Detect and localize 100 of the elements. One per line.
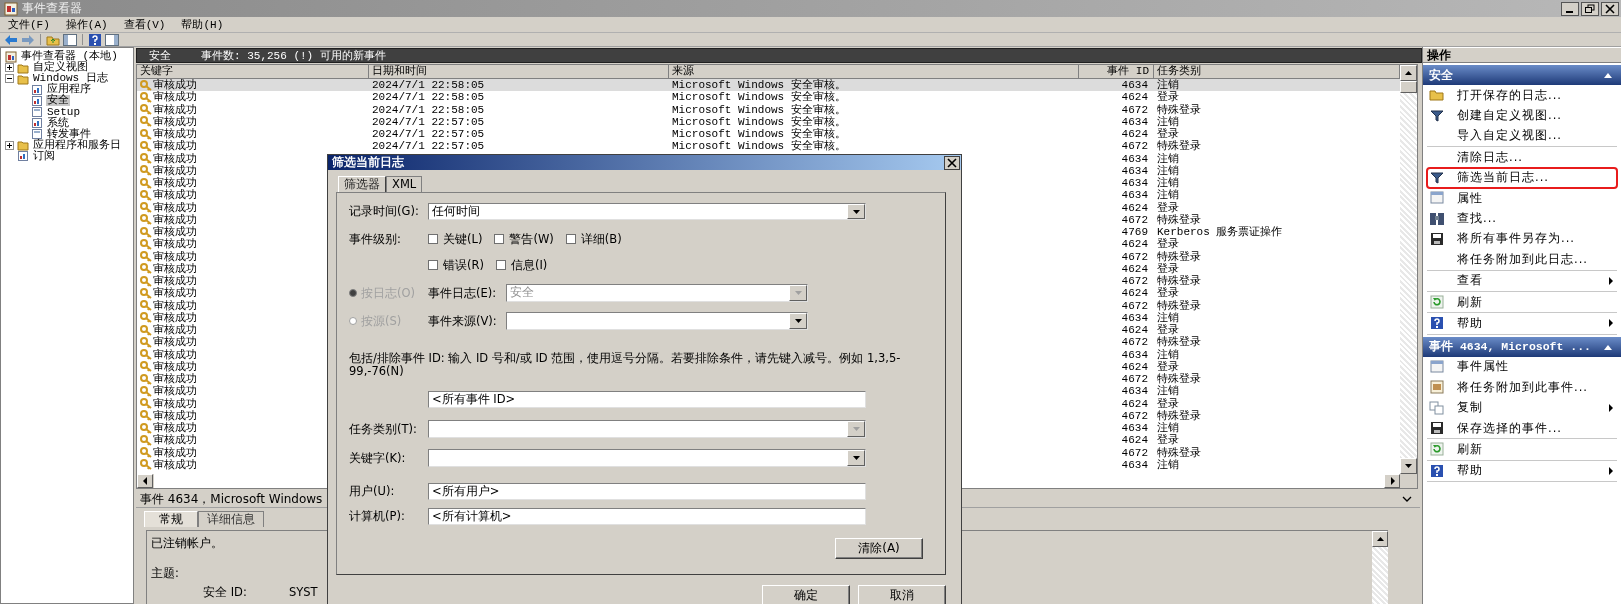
table-cell: 审核成功	[153, 458, 197, 471]
table-cell: 4672	[1121, 336, 1148, 349]
table-cell: 注销	[1157, 458, 1179, 471]
table-cell: 审核成功	[153, 397, 197, 410]
table-cell: 4634	[1121, 422, 1148, 434]
table-cell: 4634	[1121, 458, 1148, 471]
table-cell: 审核成功	[153, 91, 197, 104]
table-cell: 特殊登录	[1157, 299, 1201, 312]
table-cell: 4769	[1121, 226, 1148, 238]
table-cell: 注销	[1157, 115, 1179, 128]
table-cell: 审核成功	[153, 238, 197, 251]
field-label: 记录时间(G):	[349, 204, 420, 219]
table-cell: 4634	[1121, 164, 1148, 177]
table-cell: 2024/7/1 22:57:05	[372, 140, 485, 153]
table-cell: 4672	[1121, 213, 1148, 226]
instruction-text: 包括/排除事件 ID: 输入 ID 号和/或 ID 范围，使用逗号分隔。若要排除条件，请先键入减号。例如 1,3,5-99,-76(N)	[349, 352, 902, 378]
table-cell: 审核成功	[153, 324, 197, 337]
table-cell: 4624	[1121, 262, 1148, 275]
table-cell: 审核成功	[153, 385, 197, 398]
table-cell: 4624	[1121, 397, 1148, 410]
table-cell: 特殊登录	[1157, 336, 1201, 349]
event-title: 事件 4634，Microsoft Windows	[140, 490, 323, 508]
table-cell: 审核成功	[153, 311, 197, 324]
table-cell: 审核成功	[153, 360, 197, 373]
table-cell: 4634	[1121, 189, 1148, 202]
table-cell: 注销	[1157, 311, 1179, 324]
table-cell: 审核成功	[153, 152, 197, 165]
table-cell: 审核成功	[153, 79, 197, 92]
table-cell: 审核成功	[153, 103, 197, 116]
field-label: 事件来源(V):	[428, 313, 498, 329]
table-cell: 特殊登录	[1157, 140, 1201, 153]
table-cell: 登录	[1157, 91, 1179, 104]
field-label: 计算机(P):	[349, 509, 406, 524]
table-cell: 4634	[1121, 152, 1148, 165]
field-label: 关键字(K):	[349, 450, 407, 466]
table-cell: 4634	[1121, 385, 1148, 398]
table-cell: Microsoft Windows 安全审核。	[672, 128, 846, 140]
log-name: 安全	[149, 49, 171, 63]
table-cell: 审核成功	[153, 189, 197, 202]
section-title: 安全	[1429, 67, 1453, 83]
table-cell: 登录	[1157, 360, 1179, 373]
section-title: 事件 4634, Microsoft ...	[1429, 339, 1592, 355]
panel-title: 操作	[1423, 48, 1621, 63]
table-cell: 4624	[1121, 287, 1148, 300]
table-cell: Microsoft Windows 安全审核。	[672, 103, 846, 116]
field-value: SYST	[289, 585, 318, 600]
table-cell: 审核成功	[153, 434, 197, 447]
field-label: 事件级别:	[349, 231, 402, 247]
table-cell: 4672	[1121, 373, 1148, 385]
table-cell: 特殊登录	[1157, 213, 1201, 226]
table-cell: 登录	[1157, 262, 1179, 275]
table-cell: 审核成功	[153, 275, 197, 288]
event-count: 事件数: 35,256 (!) 可用的新事件	[201, 49, 386, 63]
table-cell: 审核成功	[153, 164, 197, 177]
table-cell: 4634	[1121, 348, 1148, 361]
table-cell: 审核成功	[153, 287, 197, 300]
table-cell: 特殊登录	[1157, 275, 1201, 287]
table-cell: 登录	[1157, 287, 1179, 300]
table-cell: 4624	[1121, 324, 1148, 336]
table-cell: 注销	[1157, 152, 1179, 165]
table-cell: 4672	[1121, 103, 1148, 116]
table-cell: 注销	[1157, 348, 1179, 361]
message-text: 已注销帐户。	[151, 536, 223, 551]
field-label: 安全 ID:	[203, 585, 248, 600]
table-cell: 特殊登录	[1157, 446, 1201, 459]
table-cell: 登录	[1157, 434, 1179, 447]
table-cell: 特殊登录	[1157, 373, 1201, 385]
table-cell: 审核成功	[153, 422, 197, 435]
table-cell: 2024/7/1 22:57:05	[372, 128, 485, 140]
table-cell: 审核成功	[153, 348, 197, 361]
table-cell: 审核成功	[153, 336, 197, 349]
table-cell: 注销	[1157, 189, 1179, 202]
table-cell: 审核成功	[153, 299, 197, 312]
table-cell: 4634	[1121, 177, 1148, 189]
table-cell: 登录	[1157, 201, 1179, 214]
table-cell: 注销	[1157, 79, 1179, 91]
table-cell: 注销	[1157, 422, 1179, 434]
window-title: 事件查看器	[22, 0, 82, 17]
table-cell: 审核成功	[153, 226, 197, 239]
table-cell: 4624	[1121, 360, 1148, 373]
table-cell: 4672	[1121, 275, 1148, 287]
section-label: 主题:	[151, 566, 179, 581]
table-cell: 特殊登录	[1157, 409, 1201, 422]
table-cell: 4634	[1121, 311, 1148, 324]
table-cell: 4624	[1121, 201, 1148, 214]
dialog-title: 筛选当前日志	[332, 155, 404, 170]
table-cell: Microsoft Windows 安全审核。	[672, 115, 846, 128]
table-cell: 4624	[1121, 91, 1148, 104]
table-cell: 4624	[1121, 128, 1148, 140]
table-cell: 登录	[1157, 324, 1179, 336]
table-cell: 审核成功	[153, 409, 197, 422]
table-cell: 特殊登录	[1157, 250, 1201, 263]
table-cell: 审核成功	[153, 140, 197, 153]
table-cell: 2024/7/1 22:58:05	[372, 79, 485, 91]
table-cell: 4634	[1121, 79, 1148, 91]
table-cell: 审核成功	[153, 201, 197, 214]
table-cell: 审核成功	[153, 262, 197, 275]
table-cell: 审核成功	[153, 446, 197, 459]
table-cell: 登录	[1157, 397, 1179, 410]
table-cell: 2024/7/1 22:58:05	[372, 103, 485, 116]
